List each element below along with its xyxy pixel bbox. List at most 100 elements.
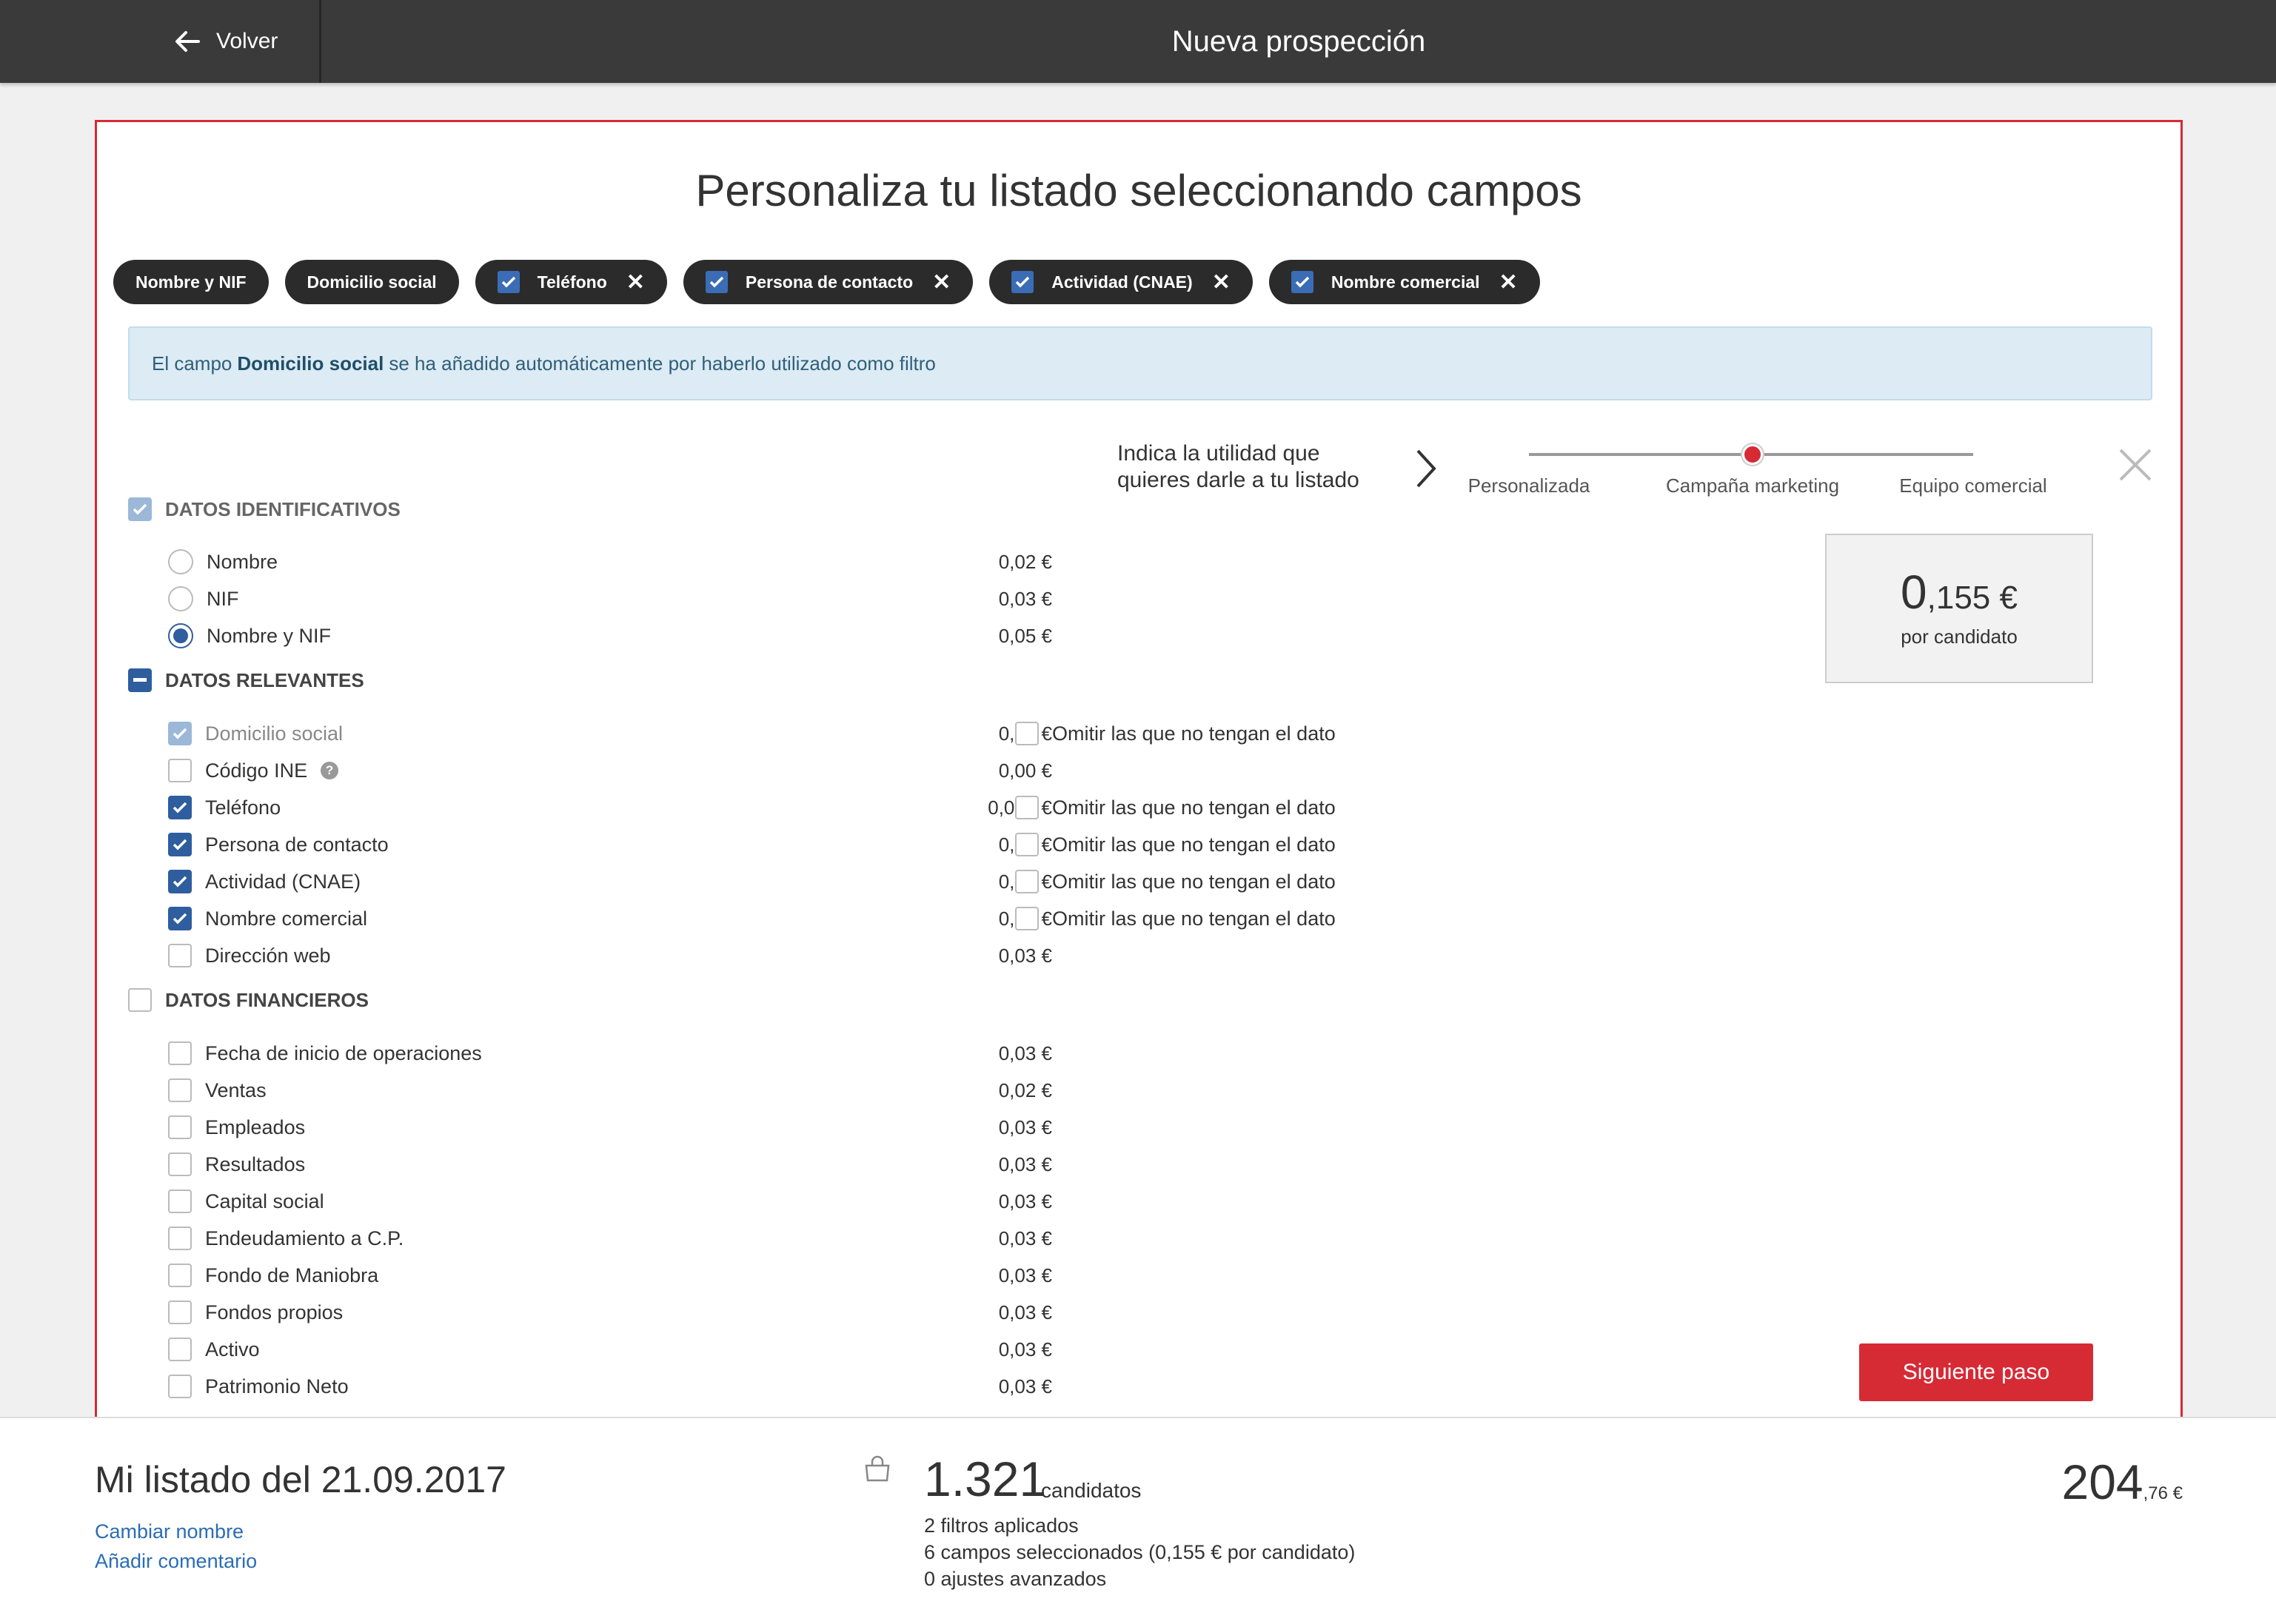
- back-button[interactable]: Volver: [0, 0, 321, 83]
- back-label: Volver: [216, 29, 278, 53]
- chip-label: Nombre y NIF: [135, 272, 247, 292]
- remove-chip-icon[interactable]: ✕: [932, 269, 951, 295]
- omit-domicilio-social[interactable]: Omitir las que no tengan el dato: [1015, 717, 1336, 750]
- field-actividad-cnae[interactable]: Actividad (CNAE) 0,02 €: [168, 865, 1052, 898]
- checkbox[interactable]: [168, 1190, 192, 1213]
- top-bar: Volver Nueva prospección: [0, 0, 2276, 83]
- field-fecha-inicio[interactable]: Fecha de inicio de operaciones 0,03 €: [168, 1037, 1052, 1070]
- omit-label: Omitir las que no tengan el dato: [1052, 870, 1336, 893]
- field-label: Código INE: [205, 759, 308, 782]
- selected-fields-chips: Nombre y NIF Domicilio social Teléfono ✕…: [113, 260, 1540, 304]
- field-telefono[interactable]: Teléfono 0,015 €: [168, 791, 1052, 824]
- chip-domicilio-social: Domicilio social: [284, 260, 459, 304]
- field-fondo-maniobra[interactable]: Fondo de Maniobra 0,03 €: [168, 1259, 1052, 1292]
- section-checkbox[interactable]: [128, 497, 152, 521]
- chip-label: Teléfono: [537, 272, 607, 292]
- checkbox[interactable]: [168, 1152, 192, 1176]
- field-nombre[interactable]: Nombre 0,02 €: [168, 546, 1052, 578]
- section-datos-financieros[interactable]: DATOS FINANCIEROS: [128, 988, 369, 1012]
- radio-button[interactable]: [168, 586, 193, 611]
- remove-chip-icon[interactable]: ✕: [1212, 269, 1231, 295]
- field-ventas[interactable]: Ventas 0,02 €: [168, 1074, 1052, 1107]
- field-price: 0,02 €: [998, 1078, 1052, 1101]
- add-comment-link[interactable]: Añadir comentario: [95, 1550, 257, 1573]
- checkbox-checked[interactable]: [168, 796, 192, 819]
- field-price: 0,03 €: [998, 1190, 1052, 1212]
- checkbox[interactable]: [168, 1115, 192, 1139]
- checkbox[interactable]: [168, 1078, 192, 1102]
- checkbox[interactable]: [1015, 870, 1039, 893]
- checkbox[interactable]: [168, 1264, 192, 1287]
- checkbox[interactable]: [1015, 722, 1039, 745]
- field-label: Nombre comercial: [205, 907, 368, 930]
- field-fondos-propios[interactable]: Fondos propios 0,03 €: [168, 1296, 1052, 1329]
- field-nombre-y-nif[interactable]: Nombre y NIF 0,05 €: [168, 620, 1052, 652]
- omit-telefono[interactable]: Omitir las que no tengan el dato: [1015, 791, 1336, 824]
- filters-applied: 2 filtros aplicados: [924, 1514, 1079, 1537]
- field-activo[interactable]: Activo 0,03 €: [168, 1333, 1052, 1366]
- remove-chip-icon[interactable]: ✕: [626, 269, 645, 295]
- field-persona-contacto[interactable]: Persona de contacto 0,03 €: [168, 828, 1052, 861]
- field-nif[interactable]: NIF 0,03 €: [168, 583, 1052, 615]
- section-datos-relevantes[interactable]: DATOS RELEVANTES: [128, 668, 364, 692]
- usage-prompt-line1: Indica la utilidad que: [1117, 441, 1320, 466]
- field-price: 0,05 €: [998, 624, 1052, 647]
- usage-option-personalizada[interactable]: Personalizada: [1468, 474, 1590, 497]
- omit-label: Omitir las que no tengan el dato: [1052, 833, 1336, 856]
- checkbox-checked[interactable]: [168, 870, 192, 893]
- field-label: Fondos propios: [205, 1301, 344, 1323]
- section-datos-identificativos[interactable]: DATOS IDENTIFICATIVOS: [128, 497, 401, 521]
- summary-footer: Mi listado del 21.09.2017 Cambiar nombre…: [0, 1417, 2276, 1624]
- checkbox-disabled: [168, 722, 192, 745]
- field-patrimonio-neto[interactable]: Patrimonio Neto 0,03 €: [168, 1370, 1052, 1403]
- rename-link[interactable]: Cambiar nombre: [95, 1520, 244, 1543]
- field-nombre-comercial[interactable]: Nombre comercial 0,02 €: [168, 902, 1052, 935]
- chip-telefono: Teléfono ✕: [475, 260, 667, 304]
- section-title: DATOS FINANCIEROS: [165, 988, 369, 1011]
- checkbox[interactable]: [168, 1338, 192, 1361]
- field-codigo-ine[interactable]: Código INE? 0,00 €: [168, 754, 1052, 787]
- checkbox[interactable]: [168, 1041, 192, 1065]
- checkbox[interactable]: [168, 759, 192, 782]
- checkbox[interactable]: [1015, 833, 1039, 856]
- field-capital-social[interactable]: Capital social 0,03 €: [168, 1185, 1052, 1218]
- omit-persona-contacto[interactable]: Omitir las que no tengan el dato: [1015, 828, 1336, 861]
- checkbox[interactable]: [1015, 796, 1039, 819]
- total-integer: 204: [2061, 1454, 2143, 1509]
- omit-label: Omitir las que no tengan el dato: [1052, 907, 1336, 930]
- field-price: 0,00 €: [998, 759, 1052, 782]
- remove-chip-icon[interactable]: ✕: [1499, 269, 1518, 295]
- omit-actividad-cnae[interactable]: Omitir las que no tengan el dato: [1015, 865, 1336, 898]
- section-checkbox-indeterminate[interactable]: [128, 668, 152, 692]
- section-checkbox[interactable]: [128, 988, 152, 1012]
- checkbox[interactable]: [168, 944, 192, 967]
- next-step-button[interactable]: Siguiente paso: [1859, 1343, 2093, 1401]
- field-resultados[interactable]: Resultados 0,03 €: [168, 1148, 1052, 1181]
- list-name: Mi listado del 21.09.2017: [95, 1459, 506, 1500]
- field-empleados[interactable]: Empleados 0,03 €: [168, 1111, 1052, 1144]
- radio-button-selected[interactable]: [168, 623, 193, 648]
- usage-option-equipo-comercial[interactable]: Equipo comercial: [1899, 474, 2046, 497]
- field-label: Fondo de Maniobra: [205, 1264, 379, 1286]
- field-label: Nombre y NIF: [207, 624, 332, 647]
- usage-slider-handle[interactable]: [1742, 444, 1763, 465]
- field-label: Endeudamiento a C.P.: [205, 1227, 404, 1249]
- chip-nombre-nif: Nombre y NIF: [113, 260, 269, 304]
- radio-button[interactable]: [168, 549, 193, 574]
- field-direccion-web[interactable]: Dirección web 0,03 €: [168, 939, 1052, 972]
- customize-fields-panel: Personaliza tu listado seleccionando cam…: [95, 120, 2183, 1423]
- help-icon[interactable]: ?: [321, 762, 339, 779]
- checkbox[interactable]: [168, 1301, 192, 1324]
- checkbox-checked[interactable]: [168, 833, 192, 856]
- checkbox[interactable]: [1015, 907, 1039, 930]
- field-endeudamiento[interactable]: Endeudamiento a C.P. 0,03 €: [168, 1222, 1052, 1255]
- usage-option-campana-marketing[interactable]: Campaña marketing: [1666, 474, 1839, 497]
- checkbox[interactable]: [168, 1375, 192, 1398]
- close-icon[interactable]: [2118, 448, 2152, 482]
- field-label: Fecha de inicio de operaciones: [205, 1041, 482, 1064]
- checkbox[interactable]: [168, 1227, 192, 1250]
- omit-nombre-comercial[interactable]: Omitir las que no tengan el dato: [1015, 902, 1336, 935]
- price-integer: 0: [1901, 566, 1927, 619]
- checkbox-checked[interactable]: [168, 907, 192, 930]
- field-label: Persona de contacto: [205, 833, 389, 856]
